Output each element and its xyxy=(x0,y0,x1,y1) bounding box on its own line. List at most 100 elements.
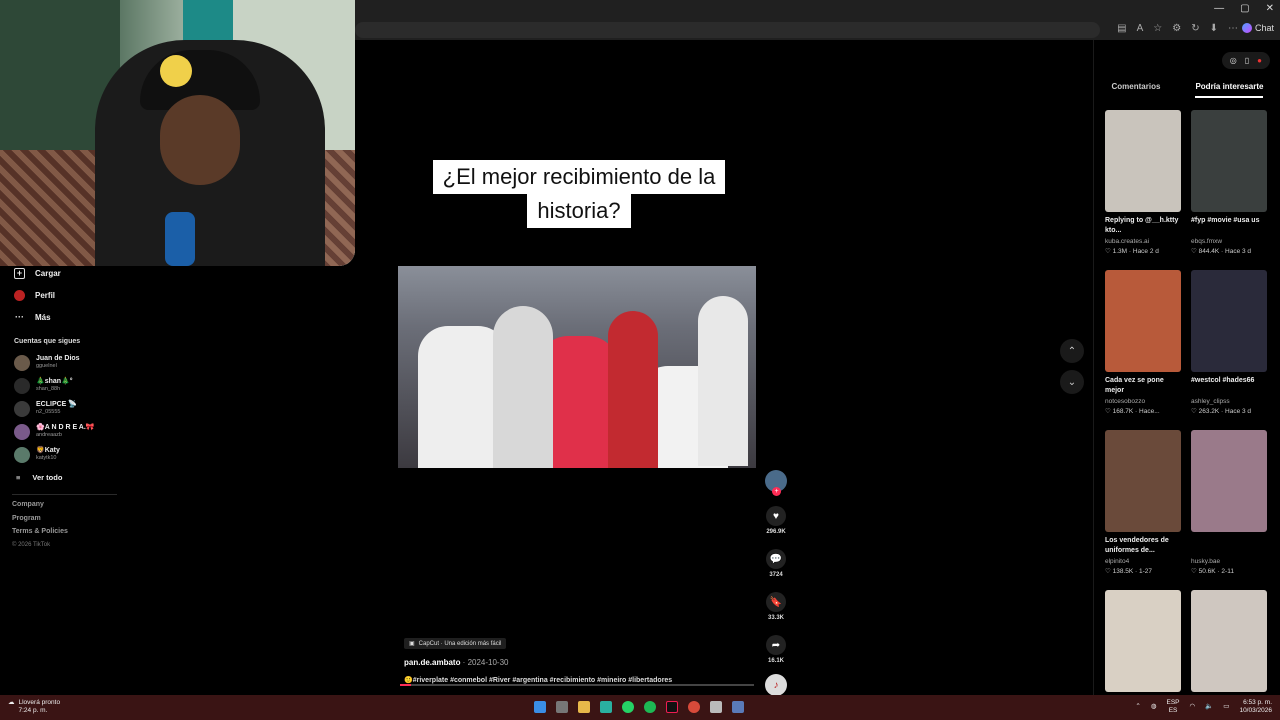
edge-icon[interactable] xyxy=(600,701,612,713)
capcut-tag[interactable]: ▣ CapCut · Una edición más fácil xyxy=(404,638,507,649)
weather-title: Lloverá pronto xyxy=(18,699,61,706)
card-likes: 138.5K xyxy=(1112,568,1134,575)
settings-icon[interactable]: ⋯ xyxy=(1228,23,1238,34)
like-button[interactable]: ♥ xyxy=(766,506,786,526)
compass-icon[interactable]: ◎ xyxy=(1230,56,1237,65)
video-thumbnail[interactable] xyxy=(1191,430,1267,532)
browser-app-icon[interactable] xyxy=(732,701,744,713)
suggested-video-card[interactable]: Cada vez se pone mejor notcesobozzo ♡ 168.… xyxy=(1105,270,1181,430)
heart-outline-icon: ♡ xyxy=(1191,248,1199,255)
suggested-video-card[interactable]: #fyp #movie #usa us ebqs.fmxw ♡ 844.4K · H… xyxy=(1191,110,1267,270)
card-likes: 263.2K xyxy=(1198,408,1220,415)
suggested-video-card[interactable]: Replying to @__h.ktty kto... kuba.creates… xyxy=(1105,110,1181,270)
video-thumbnail[interactable] xyxy=(1105,590,1181,692)
video-thumbnail[interactable] xyxy=(1191,590,1267,692)
music-icon: ♪ xyxy=(773,679,779,691)
close-button[interactable]: ✕ xyxy=(1266,3,1274,14)
tray-app-icon[interactable]: ◍ xyxy=(1151,703,1157,711)
share-button[interactable]: ➦ xyxy=(766,635,786,655)
card-title: Cada vez se pone mejor xyxy=(1105,377,1164,394)
windows-start-icon[interactable] xyxy=(534,701,546,713)
chevron-up-tray-icon[interactable]: ⌃ xyxy=(1135,703,1140,711)
video-progress-bar[interactable] xyxy=(400,684,754,686)
card-author[interactable]: husky.bae xyxy=(1191,558,1267,565)
following-account[interactable]: ECLIPCE 📡 n2_05555 xyxy=(0,397,120,420)
video-thumbnail[interactable] xyxy=(1191,110,1267,212)
extensions-icon[interactable]: ⚙ xyxy=(1172,23,1181,34)
see-all-button[interactable]: ≡ Ver todo xyxy=(0,466,120,488)
nav-upload-label: Cargar xyxy=(35,268,61,278)
music-disc-button[interactable]: ♪ xyxy=(765,674,787,696)
wifi-icon[interactable]: ◠ xyxy=(1190,703,1196,711)
card-author[interactable]: kuba.creates.ai xyxy=(1105,238,1181,245)
suggested-video-card[interactable]: #westcol #hades66 ashley_clipss ♡ 263.2K ·… xyxy=(1191,270,1267,430)
author-row: pan.de.ambato · 2024-10-30 xyxy=(404,658,672,667)
app-icon[interactable] xyxy=(710,701,722,713)
nav-profile[interactable]: Perfil xyxy=(0,284,120,306)
chat-button[interactable]: Chat xyxy=(1241,23,1274,33)
card-age: 1-27 xyxy=(1139,568,1153,575)
nav-upload[interactable]: + Cargar xyxy=(0,262,120,284)
suggested-video-card[interactable]: husky.bae ♡ 50.6K · 2-11 xyxy=(1191,430,1267,590)
footer-company-link[interactable]: Company xyxy=(0,501,120,515)
user-avatar-icon[interactable]: ● xyxy=(1257,56,1262,65)
save-count: 33.3K xyxy=(767,615,784,621)
following-account[interactable]: 🌸A N D R E A.🎀 andreaazb xyxy=(0,420,120,443)
card-author[interactable]: elpinito4 xyxy=(1105,558,1181,565)
save-button[interactable]: 🔖 xyxy=(766,592,786,612)
card-stats: ♡ 138.5K · 1-27 xyxy=(1105,567,1181,575)
spotify-icon[interactable] xyxy=(644,701,656,713)
weather-widget[interactable]: ☁ Lloverá pronto 7:24 p. m. xyxy=(8,699,60,715)
card-author[interactable]: ashley_clipss xyxy=(1191,398,1267,405)
following-account[interactable]: Juan de Dios gguelnel xyxy=(0,351,120,374)
video-thumbnail[interactable] xyxy=(1105,430,1181,532)
chrome-icon[interactable] xyxy=(688,701,700,713)
tab-comments[interactable]: Comentarios xyxy=(1112,82,1161,98)
whatsapp-icon[interactable] xyxy=(622,701,634,713)
following-account[interactable]: 🦁Katy katytk10 xyxy=(0,443,120,466)
author-name[interactable]: pan.de.ambato xyxy=(404,658,460,667)
follow-plus-icon[interactable]: + xyxy=(772,487,781,496)
file-explorer-icon[interactable] xyxy=(578,701,590,713)
tab-suggested[interactable]: Podría interesarte xyxy=(1195,82,1264,98)
author-avatar[interactable]: + xyxy=(765,470,787,496)
tiktok-icon[interactable] xyxy=(666,701,678,713)
like-count: 296.9K xyxy=(766,529,786,535)
webcam-overlay xyxy=(0,0,355,266)
video-description: 🙂#riverplate #conmebol #River #argentina… xyxy=(404,677,673,684)
maximize-button[interactable]: ▢ xyxy=(1240,3,1249,14)
task-view-icon[interactable] xyxy=(556,701,568,713)
card-author[interactable]: ebqs.fmxw xyxy=(1191,238,1267,245)
minimize-button[interactable]: — xyxy=(1214,3,1224,14)
video-thumbnail[interactable] xyxy=(1191,270,1267,372)
next-video-button[interactable]: ⌄ xyxy=(1060,370,1084,394)
clock-date: 10/03/2026 xyxy=(1239,707,1272,714)
nav-more[interactable]: ··· Más xyxy=(0,306,120,328)
clock[interactable]: 6:53 p. m. 10/03/2026 xyxy=(1239,699,1272,715)
refresh-icon[interactable]: ↻ xyxy=(1191,23,1199,34)
footer-program-link[interactable]: Program xyxy=(0,515,120,529)
screen: — ▢ ✕ ▤ A ☆ ⚙ ↻ ⬇ ⋯ Chat + Cargar Perfil… xyxy=(0,0,1280,720)
download-icon[interactable]: ⬇ xyxy=(1210,23,1218,34)
avatar xyxy=(14,446,30,463)
language-indicator[interactable]: ESP ES xyxy=(1167,699,1180,715)
video-thumbnail[interactable] xyxy=(1105,270,1181,372)
translate-icon[interactable]: A xyxy=(1137,23,1144,34)
battery-icon[interactable]: ▭ xyxy=(1223,703,1229,711)
previous-video-button[interactable]: ⌃ xyxy=(1060,339,1084,363)
suggested-video-card[interactable]: Los vendedores de uniformes de... elpinit… xyxy=(1105,430,1181,590)
favorite-icon[interactable]: ☆ xyxy=(1153,23,1162,34)
footer-terms-link[interactable]: Terms & Policies xyxy=(0,528,120,542)
profile-avatar-icon xyxy=(14,289,25,301)
phone-icon[interactable]: ▯ xyxy=(1245,56,1249,65)
video-thumbnail[interactable] xyxy=(1105,110,1181,212)
volume-icon[interactable]: 🔈 xyxy=(1205,703,1213,711)
address-bar[interactable] xyxy=(355,22,1100,38)
reader-icon[interactable]: ▤ xyxy=(1117,23,1126,34)
card-author[interactable]: notcesobozzo xyxy=(1105,398,1181,405)
following-account[interactable]: 🎄shan🎄° shan_88h xyxy=(0,374,120,397)
bookmark-icon: 🔖 xyxy=(769,596,783,608)
video-player[interactable] xyxy=(398,266,756,468)
panel-top-icons: ◎ ▯ ● xyxy=(1221,52,1270,69)
comment-button[interactable]: 💬 xyxy=(766,549,786,569)
